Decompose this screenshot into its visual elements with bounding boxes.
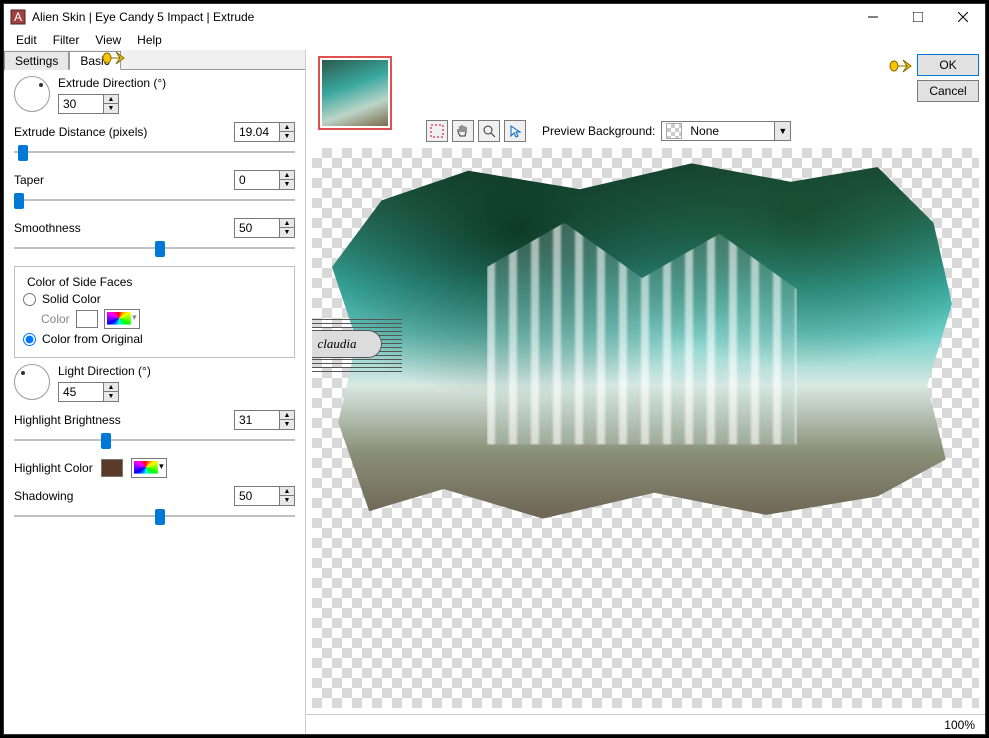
checker-icon xyxy=(666,123,682,139)
menu-help[interactable]: Help xyxy=(129,31,170,49)
watermark: claudia xyxy=(312,316,402,372)
marquee-tool-icon[interactable] xyxy=(426,120,448,142)
highlight-brightness-slider[interactable] xyxy=(14,430,295,450)
window-title: Alien Skin | Eye Candy 5 Impact | Extrud… xyxy=(32,10,850,24)
preview-canvas[interactable]: claudia xyxy=(312,148,979,708)
left-panel: Settings Basic Extrude Direction (°) ▲▼ xyxy=(4,50,306,734)
highlight-brightness-input[interactable] xyxy=(235,411,279,429)
light-direction-input[interactable] xyxy=(59,383,103,401)
spin-down[interactable]: ▼ xyxy=(104,392,118,401)
spin-down[interactable]: ▼ xyxy=(104,104,118,113)
top-row: Preview Background: None ▼ OK xyxy=(306,50,985,146)
spin-up[interactable]: ▲ xyxy=(280,171,294,180)
solid-color-swatch xyxy=(76,310,98,328)
zoom-level: 100% xyxy=(944,718,975,732)
extrude-distance-input[interactable] xyxy=(235,123,279,141)
color-from-original-radio[interactable] xyxy=(23,333,36,346)
close-button[interactable] xyxy=(940,4,985,30)
spin-up[interactable]: ▲ xyxy=(280,123,294,132)
highlight-color-label: Highlight Color xyxy=(14,461,93,475)
color-label: Color xyxy=(41,312,70,326)
menu-view[interactable]: View xyxy=(87,31,129,49)
tab-basic[interactable]: Basic xyxy=(69,51,120,70)
light-direction-dial[interactable] xyxy=(14,364,50,400)
tabs: Settings Basic xyxy=(4,50,305,70)
right-area: Preview Background: None ▼ OK xyxy=(306,50,985,734)
preview-bg-value: None xyxy=(686,124,774,138)
watermark-text: claudia xyxy=(312,330,382,358)
color-from-original-label: Color from Original xyxy=(42,332,143,346)
shadowing-input[interactable] xyxy=(235,487,279,505)
chevron-down-icon: ▼ xyxy=(774,122,790,140)
highlight-color-swatch[interactable] xyxy=(101,459,123,477)
side-faces-legend: Color of Side Faces xyxy=(23,275,136,289)
preview-bg-combo[interactable]: None ▼ xyxy=(661,121,791,141)
pointer-tool-icon[interactable] xyxy=(504,120,526,142)
spin-up[interactable]: ▲ xyxy=(104,383,118,392)
app-window: A Alien Skin | Eye Candy 5 Impact | Extr… xyxy=(3,3,986,735)
status-bar: 100% xyxy=(306,714,985,734)
svg-text:A: A xyxy=(14,10,22,24)
highlight-brightness-label: Highlight Brightness xyxy=(14,413,121,427)
app-icon: A xyxy=(10,9,26,25)
menu-filter[interactable]: Filter xyxy=(45,31,88,49)
spin-down[interactable]: ▼ xyxy=(280,228,294,237)
ok-button[interactable]: OK xyxy=(917,54,979,76)
pointer-annotation-ok xyxy=(889,56,913,74)
preview-image: claudia xyxy=(332,156,952,526)
shadowing-label: Shadowing xyxy=(14,489,73,503)
tab-settings[interactable]: Settings xyxy=(4,51,69,70)
spin-up[interactable]: ▲ xyxy=(280,219,294,228)
extrude-direction-label: Extrude Direction (°) xyxy=(58,76,166,90)
spin-down[interactable]: ▼ xyxy=(280,496,294,505)
titlebar: A Alien Skin | Eye Candy 5 Impact | Extr… xyxy=(4,4,985,30)
spin-down[interactable]: ▼ xyxy=(280,420,294,429)
menubar: Edit Filter View Help xyxy=(4,30,985,50)
minimize-button[interactable] xyxy=(850,4,895,30)
shadowing-slider[interactable] xyxy=(14,506,295,526)
smoothness-input[interactable] xyxy=(235,219,279,237)
cancel-button[interactable]: Cancel xyxy=(917,80,979,102)
hand-tool-icon[interactable] xyxy=(452,120,474,142)
taper-label: Taper xyxy=(14,173,44,187)
content-area: Settings Basic Extrude Direction (°) ▲▼ xyxy=(4,50,985,734)
tool-row: Preview Background: None ▼ xyxy=(426,120,791,142)
spin-down[interactable]: ▼ xyxy=(280,180,294,189)
spin-up[interactable]: ▲ xyxy=(280,487,294,496)
extrude-direction-input[interactable] xyxy=(59,95,103,113)
highlight-color-palette[interactable] xyxy=(131,458,167,478)
smoothness-slider[interactable] xyxy=(14,238,295,258)
smoothness-label: Smoothness xyxy=(14,221,81,235)
menu-edit[interactable]: Edit xyxy=(8,31,45,49)
preview-thumbnail[interactable] xyxy=(318,56,392,130)
light-direction-label: Light Direction (°) xyxy=(58,364,151,378)
solid-color-palette xyxy=(104,309,140,329)
side-faces-group: Color of Side Faces Solid Color Color Co… xyxy=(14,266,295,358)
spin-up[interactable]: ▲ xyxy=(104,95,118,104)
solid-color-label: Solid Color xyxy=(42,292,101,306)
taper-slider[interactable] xyxy=(14,190,295,210)
spin-down[interactable]: ▼ xyxy=(280,132,294,141)
zoom-tool-icon[interactable] xyxy=(478,120,500,142)
taper-input[interactable] xyxy=(235,171,279,189)
maximize-button[interactable] xyxy=(895,4,940,30)
extrude-distance-label: Extrude Distance (pixels) xyxy=(14,125,147,139)
spin-up[interactable]: ▲ xyxy=(280,411,294,420)
extrude-direction-dial[interactable] xyxy=(14,76,50,112)
panel-body: Extrude Direction (°) ▲▼ Extrude Distanc… xyxy=(4,70,305,734)
extrude-distance-slider[interactable] xyxy=(14,142,295,162)
solid-color-radio[interactable] xyxy=(23,293,36,306)
preview-bg-label: Preview Background: xyxy=(542,124,655,138)
